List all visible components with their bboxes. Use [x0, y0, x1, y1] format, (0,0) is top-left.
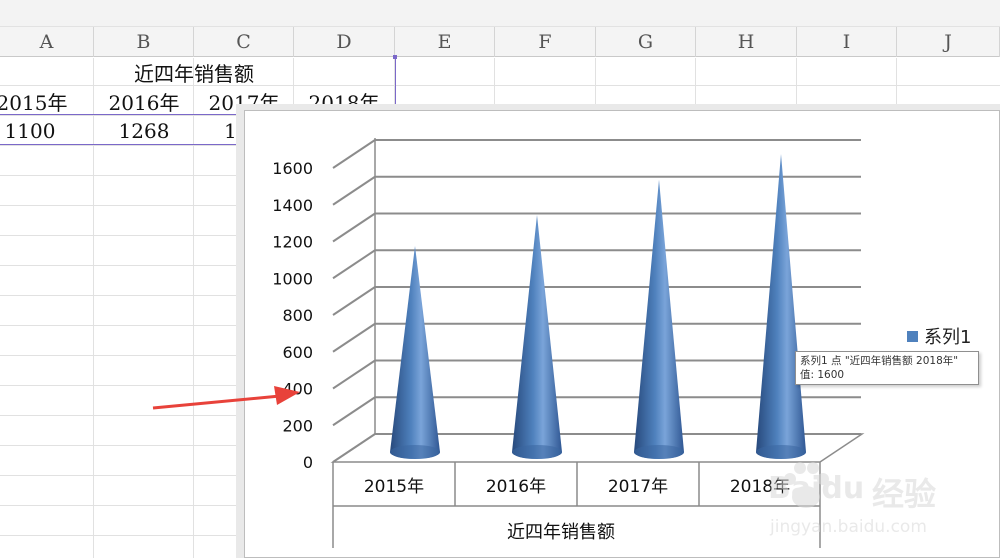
watermark-brand: Baidu	[768, 471, 865, 506]
watermark-suffix: 经验	[872, 475, 937, 513]
watermark-url: jingyan.baidu.com	[770, 517, 927, 537]
baidu-jingyan-watermark: Baidu 经验 jingyan.baidu.com	[768, 455, 996, 550]
arrow-head	[274, 386, 300, 405]
arrow-shaft	[152, 394, 281, 410]
